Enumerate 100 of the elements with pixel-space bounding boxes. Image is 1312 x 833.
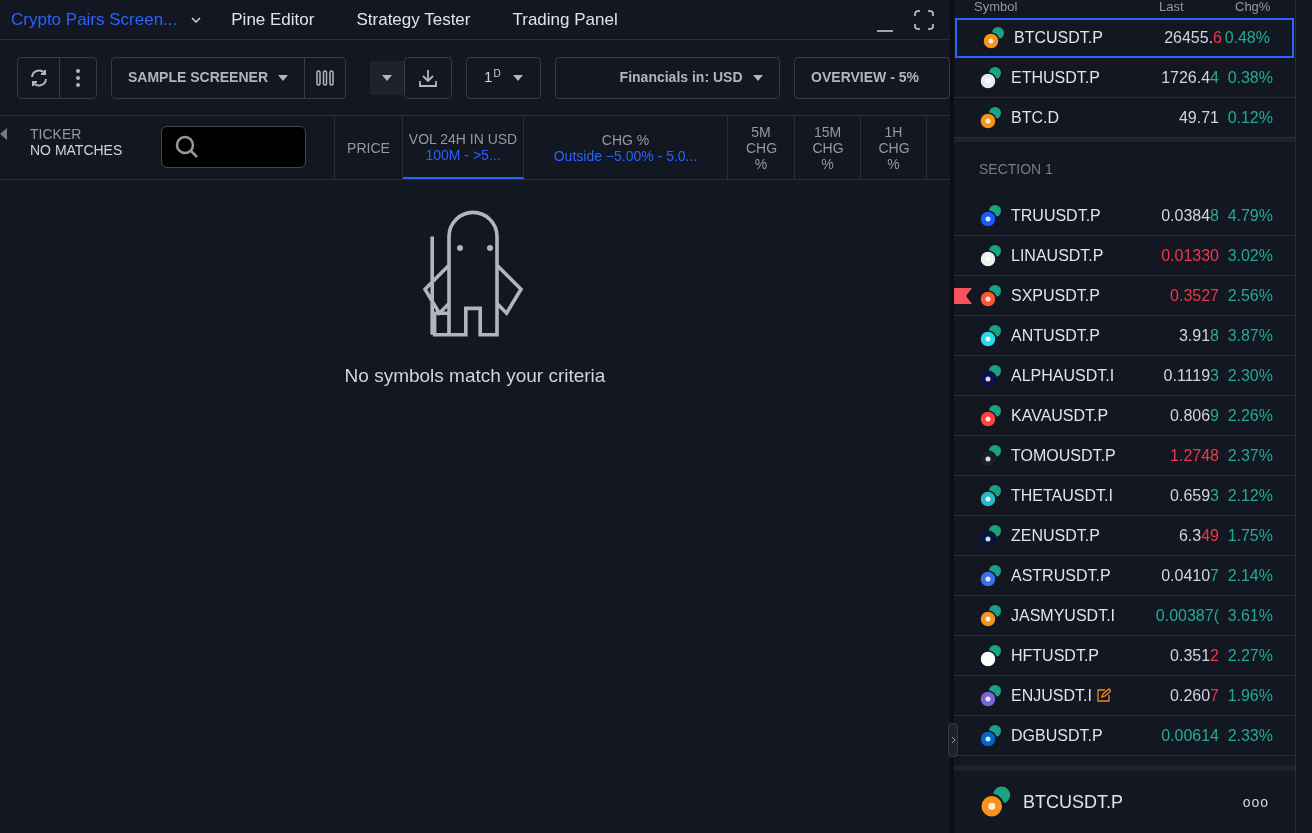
symbol-label: BTCUSDT.P [1023,790,1124,814]
watchlist-row[interactable]: ETHUSDT.P 1726.44 0.38% [954,58,1295,98]
watchlist-row[interactable]: BTC.D 49.71 0.12% [954,98,1295,138]
watchlist-row[interactable]: ZENUSDT.P 6.349 1.75% [954,516,1295,556]
tab[interactable]: Pine Editor [231,6,315,33]
search-field[interactable] [161,126,306,168]
chevron-icon [950,736,956,744]
change-percent: 1.96% [1226,685,1273,706]
watchlist-row[interactable]: KAVAUSDT.P 0.8069 2.26% [954,396,1295,436]
download-icon[interactable] [404,56,453,99]
watchlist-row[interactable]: LINAUSDT.P 0.01330 3.02% [954,236,1295,276]
flag-icon[interactable] [954,288,972,304]
change-percent: 4.79% [1226,205,1273,226]
last-price: 26455.6 [1163,28,1222,48]
symbol-label: THETAUSDT.I [1011,485,1113,506]
symbol-label: TRUUSDT.P [1011,205,1101,226]
column-header[interactable]: VOL 24H IN USD 100M - >5... [403,116,524,179]
symbol-label: BTCUSDT.P [1014,28,1103,48]
search-icon [174,134,200,160]
column-header[interactable]: Symbol [974,0,1018,14]
column-header[interactable]: PRICE [335,116,403,179]
change-percent: 2.33% [1226,725,1273,746]
last-price: 0.2607 [1169,685,1219,706]
last-price: 0.11193 [1162,365,1219,386]
view-dropdown[interactable]: OVERVIEW - 5% [794,56,950,99]
column-header[interactable]: 1H CHG % [861,116,927,179]
watchlist-row[interactable]: TRUUSDT.P 0.03848 4.79% [954,196,1295,236]
tab[interactable]: Crypto Pairs Screen... [11,6,178,33]
column-header[interactable]: 5M CHG % [728,116,795,179]
last-price: 1.2748 [1169,445,1219,466]
symbol-label: JASMYUSDT.I [1011,605,1115,626]
edit-icon[interactable] [1095,688,1111,703]
maximize-icon[interactable] [914,9,934,30]
last-price: 6.349 [1177,525,1219,546]
column-label: TICKER [30,126,83,142]
change-percent: 2.26% [1226,405,1273,426]
more-button[interactable]: ooo [1242,791,1269,813]
change-percent: 3.02% [1226,245,1273,266]
watchlist-row[interactable]: ANTUSDT.P 3.918 3.87% [954,316,1295,356]
section-label[interactable]: SECTION 1 [979,158,1053,180]
watchlist-row[interactable]: THETAUSDT.I 0.6593 2.12% [954,476,1295,516]
symbol-label: ALPHAUSDT.I [1011,365,1115,386]
last-price: 0.3512 [1169,645,1219,666]
last-price: 0.6593 [1169,485,1219,506]
symbol-label: ASTRUSDT.P [1011,565,1111,586]
last-price: 0.03848 [1160,205,1219,226]
caret-icon [753,74,764,81]
symbol-label: SXPUSDT.P [1011,285,1100,306]
watchlist-row[interactable]: BTCUSDT.P 26455.6 0.48% [955,18,1294,58]
symbol-label: BTC.D [1011,107,1059,128]
watchlist-row[interactable]: ALPHAUSDT.I 0.11193 2.30% [954,356,1295,396]
symbol-label: LINAUSDT.P [1011,245,1104,266]
interval-dropdown[interactable]: 1$^{D}$ [466,56,541,99]
symbol-label: ANTUSDT.P [1011,325,1100,346]
column-header[interactable]: Last [1159,0,1184,14]
change-percent: 3.61% [1226,605,1273,626]
change-percent: 0.38% [1226,67,1273,88]
watchlist-row[interactable]: JASMYUSDT.I 0.00387( 3.61% [954,596,1295,636]
change-percent: 1.75% [1226,525,1273,546]
watchlist-row[interactable]: SXPUSDT.P 0.3527 2.56% [954,276,1295,316]
symbol-label: ETHUSDT.P [1011,67,1100,88]
change-percent: 0.48% [1223,28,1270,48]
last-price: 0.8069 [1169,405,1219,426]
symbol-label: TOMOUSDT.P [1011,445,1116,466]
tab[interactable]: Trading Panel [512,6,618,33]
last-price: 3.918 [1177,325,1219,346]
watchlist-row[interactable]: ENJUSDT.I 0.2607 1.96% [954,676,1295,716]
match-count: NO MATCHES [30,142,124,158]
watchlist-row[interactable]: ASTRUSDT.P 0.04107 2.14% [954,556,1295,596]
change-percent: 0.12% [1226,107,1273,128]
column-header[interactable]: 15M CHG % [795,116,861,179]
financials-dropdown[interactable]: Financials in: USD [554,56,781,99]
change-percent: 2.37% [1226,445,1273,466]
caret-icon [512,74,523,81]
change-percent: 2.27% [1226,645,1273,666]
last-price: 0.00614 [1160,725,1219,746]
symbol-label: KAVAUSDT.P [1011,405,1109,426]
caret-icon [278,74,289,81]
watchlist-row[interactable]: HFTUSDT.P 0.3512 2.27% [954,636,1295,676]
symbol-label: ENJUSDT.I [1011,685,1092,706]
column-header[interactable]: CHG % Outside −5.00% - 5.0... [524,116,728,179]
chevron-down-icon[interactable] [191,16,202,23]
symbol-label: ZENUSDT.P [1011,525,1100,546]
change-percent: 3.87% [1226,325,1273,346]
last-price: 49.71 [1177,107,1219,128]
symbol-label: DGBUSDT.P [1011,725,1103,746]
empty-message: No symbols match your criteria [344,364,606,388]
watchlist-row[interactable]: DGBUSDT.P 0.00614 2.33% [954,716,1295,756]
change-percent: 2.14% [1226,565,1273,586]
tab[interactable]: Strategy Tester [356,6,471,33]
watchlist-row[interactable]: TOMOUSDT.P 1.2748 2.37% [954,436,1295,476]
column-header[interactable]: Chg% [1235,0,1271,14]
last-price: 0.3527 [1169,285,1219,306]
change-percent: 2.12% [1226,485,1273,506]
sort-arrow-icon [0,128,7,140]
last-price: 0.04107 [1160,565,1219,586]
last-price: 1726.44 [1160,67,1219,88]
change-percent: 2.30% [1226,365,1273,386]
change-percent: 2.56% [1226,285,1273,306]
symbol-label: HFTUSDT.P [1011,645,1099,666]
